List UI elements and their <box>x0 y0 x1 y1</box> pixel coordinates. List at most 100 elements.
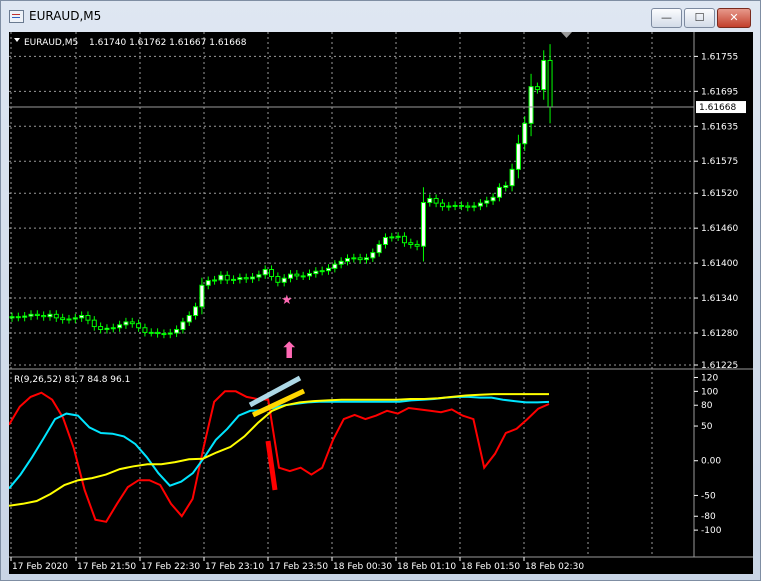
candle-body <box>180 321 186 330</box>
chart-canvas[interactable]: 1.61755 1.61695 1.61635 1.61575 1.61520 1.614… <box>9 32 753 574</box>
candle-body <box>161 333 167 336</box>
level-tick-label: 100 <box>701 387 718 397</box>
candle-body <box>294 273 300 277</box>
price-tick-label: 1.61340 <box>701 294 738 304</box>
candle-body <box>376 243 382 254</box>
candle-body <box>458 204 464 207</box>
up-arrow-icon: ⬆ <box>280 339 298 364</box>
candle-body <box>509 168 515 187</box>
candle-body <box>307 273 313 277</box>
candle-body <box>186 315 192 323</box>
time-tick-label: 18 Feb 00:30 <box>333 562 392 572</box>
close-button[interactable]: ✕ <box>717 8 751 28</box>
level-tick-label: 80 <box>701 401 713 411</box>
candle-body <box>136 323 142 329</box>
candle-body <box>414 243 420 247</box>
price-tick-label: 1.61460 <box>701 224 738 234</box>
candle-body <box>142 327 148 333</box>
rsi-line <box>9 393 549 507</box>
blue-trend-annotation <box>248 375 302 408</box>
candle-body <box>110 327 116 330</box>
candle-body <box>98 326 104 330</box>
candle-body <box>389 236 395 239</box>
time-scale[interactable]: 17 Feb 2020 17 Feb 21:50 17 Feb 22:30 17 Fe… <box>10 557 584 572</box>
candle-body <box>433 197 439 204</box>
indicator-label: R(9,26,52) 81.7 84.8 96.1 <box>14 375 130 385</box>
indicator-scale[interactable]: 120 100 80 50 0.00 -50 -80 -100 <box>694 373 722 536</box>
candle-body <box>193 306 199 317</box>
price-tick-label: 1.61225 <box>701 361 738 371</box>
candle-body <box>547 59 553 108</box>
price-tick-label: 1.61520 <box>701 189 738 199</box>
candle-body <box>237 277 243 280</box>
candle-body <box>395 235 401 238</box>
ohlc-label: 1.61740 1.61762 1.61667 1.61668 <box>89 38 247 48</box>
candle-body <box>123 321 129 326</box>
level-tick-label: 50 <box>701 422 713 432</box>
candle-body <box>503 185 509 188</box>
candle-body <box>53 313 59 319</box>
candle-body <box>60 317 66 321</box>
level-tick-label: 0.00 <box>701 457 721 467</box>
candle-body <box>515 143 521 170</box>
price-tick-label: 1.61695 <box>701 87 738 97</box>
time-tick-label: 17 Feb 23:10 <box>205 562 264 572</box>
candle-body <box>34 313 40 317</box>
candle-body <box>484 200 490 204</box>
minimize-button[interactable]: — <box>651 8 682 28</box>
candle-body <box>15 316 21 319</box>
candle-body <box>117 324 123 329</box>
candle-body <box>250 276 256 280</box>
candle-body <box>522 122 528 145</box>
candle-body <box>338 260 344 265</box>
candle-body <box>420 202 426 247</box>
candle-body <box>427 197 433 204</box>
price-tick-label: 1.61280 <box>701 329 738 339</box>
red-trend-annotation <box>265 440 278 491</box>
candle-body <box>85 315 91 321</box>
candle-body <box>351 257 357 260</box>
price-tick-label: 1.61635 <box>701 122 738 132</box>
symbol-label: EURAUD,M5 <box>24 38 78 48</box>
candle-body <box>22 315 28 318</box>
candle-body <box>205 280 211 286</box>
chart-window: EURAUD,M5 — ☐ ✕ 1.61755 1.61695 1.61635 1.6… <box>0 0 761 581</box>
candle-body <box>541 59 547 91</box>
title-bar[interactable]: EURAUD,M5 — ☐ ✕ <box>1 1 760 31</box>
candle-body <box>167 332 173 335</box>
maximize-button[interactable]: ☐ <box>684 8 715 28</box>
candle-body <box>528 86 534 124</box>
candle-body <box>357 257 363 261</box>
candle-body <box>465 205 471 208</box>
candle-body <box>129 321 135 325</box>
current-price-label: 1.61668 <box>699 103 736 113</box>
candle-body <box>9 316 15 319</box>
candle-body <box>28 313 34 317</box>
candle-body <box>313 270 319 275</box>
candle-body <box>91 319 97 328</box>
window-title: EURAUD,M5 <box>29 9 102 23</box>
shift-marker-icon[interactable] <box>561 32 572 38</box>
candle-body <box>269 269 275 277</box>
level-tick-label: -100 <box>701 526 722 536</box>
current-price-tag: 1.61668 <box>696 101 746 114</box>
candle-body <box>72 317 78 320</box>
price-scale[interactable]: 1.61755 1.61695 1.61635 1.61575 1.61520 1.614… <box>694 52 738 371</box>
candle-body <box>471 205 477 208</box>
chart-area[interactable]: 1.61755 1.61695 1.61635 1.61575 1.61520 1.614… <box>9 32 753 574</box>
candle-body <box>231 278 237 281</box>
level-tick-label: 120 <box>701 373 718 383</box>
candle-body <box>243 277 249 280</box>
time-tick-label: 18 Feb 02:30 <box>525 562 584 572</box>
collapse-triangle-icon[interactable] <box>14 38 20 42</box>
candle-body <box>496 186 502 198</box>
candle-body <box>370 252 376 259</box>
candle-body <box>344 257 350 262</box>
time-tick-label: 17 Feb 23:50 <box>269 562 328 572</box>
time-tick-label: 17 Feb 22:30 <box>141 562 200 572</box>
candle-body <box>288 273 294 279</box>
rsi-line <box>9 390 550 523</box>
price-panel-label: EURAUD,M5 1.61740 1.61762 1.61667 1.6166… <box>14 38 247 48</box>
candle-body <box>275 275 281 283</box>
candle-body <box>47 313 53 318</box>
